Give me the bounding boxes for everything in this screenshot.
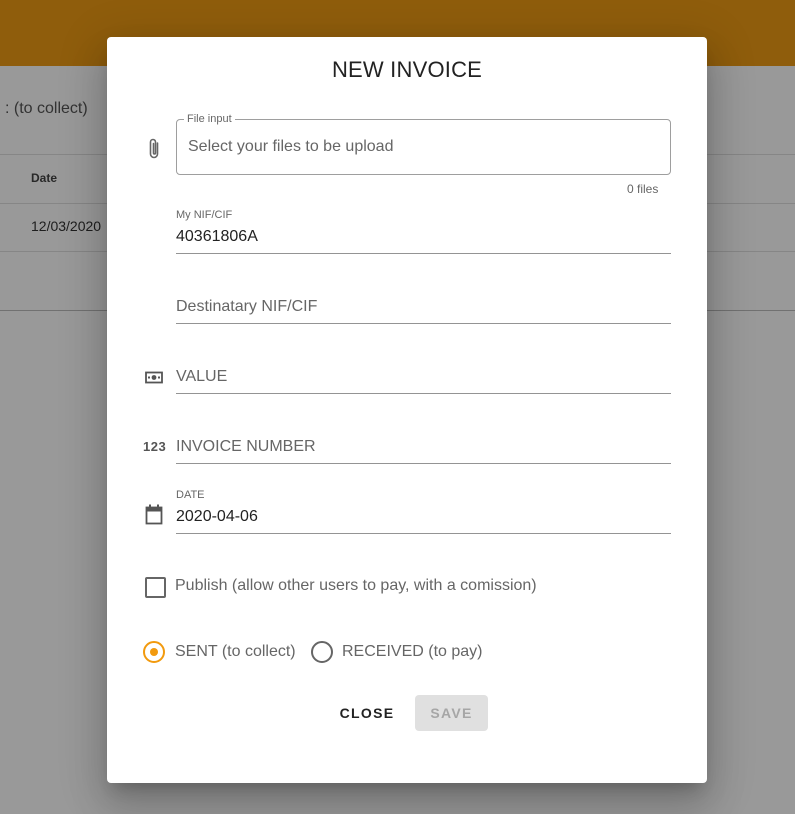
destinatary-nif-input[interactable]: Destinatary NIF/CIF — [176, 298, 317, 316]
my-nif-label: My NIF/CIF — [176, 209, 233, 221]
date-underline — [176, 533, 671, 534]
value-underline — [176, 393, 671, 394]
file-count: 0 files — [627, 182, 659, 196]
invoice-number-input[interactable]: INVOICE NUMBER — [176, 438, 316, 456]
close-button[interactable]: CLOSE — [333, 695, 401, 731]
my-nif-input[interactable]: 40361806A — [176, 228, 258, 246]
publish-checkbox[interactable] — [145, 577, 166, 598]
radio-received-label[interactable]: RECEIVED (to pay) — [342, 643, 482, 661]
date-label: DATE — [176, 489, 205, 501]
date-input[interactable]: 2020-04-06 — [176, 508, 258, 526]
save-button[interactable]: SAVE — [415, 695, 488, 731]
new-invoice-dialog: NEW INVOICE File input Select your files… — [107, 37, 707, 783]
radio-sent[interactable] — [143, 641, 165, 663]
file-input-placeholder[interactable]: Select your files to be upload — [188, 138, 393, 156]
dialog-title: NEW INVOICE — [331, 57, 483, 82]
calendar-icon[interactable] — [145, 504, 163, 525]
money-icon — [145, 371, 163, 384]
invoice-number-underline — [176, 463, 671, 464]
destinatary-nif-underline — [176, 323, 671, 324]
radio-selected-dot — [150, 648, 158, 656]
radio-received[interactable] — [311, 641, 333, 663]
value-input[interactable]: VALUE — [176, 368, 227, 386]
file-input-label: File input — [184, 113, 235, 125]
numeric-123-icon: 123 — [143, 439, 167, 454]
my-nif-underline — [176, 253, 671, 254]
radio-sent-label[interactable]: SENT (to collect) — [175, 643, 296, 661]
paperclip-icon[interactable] — [145, 137, 163, 161]
publish-checkbox-label[interactable]: Publish (allow other users to pay, with … — [175, 577, 537, 595]
